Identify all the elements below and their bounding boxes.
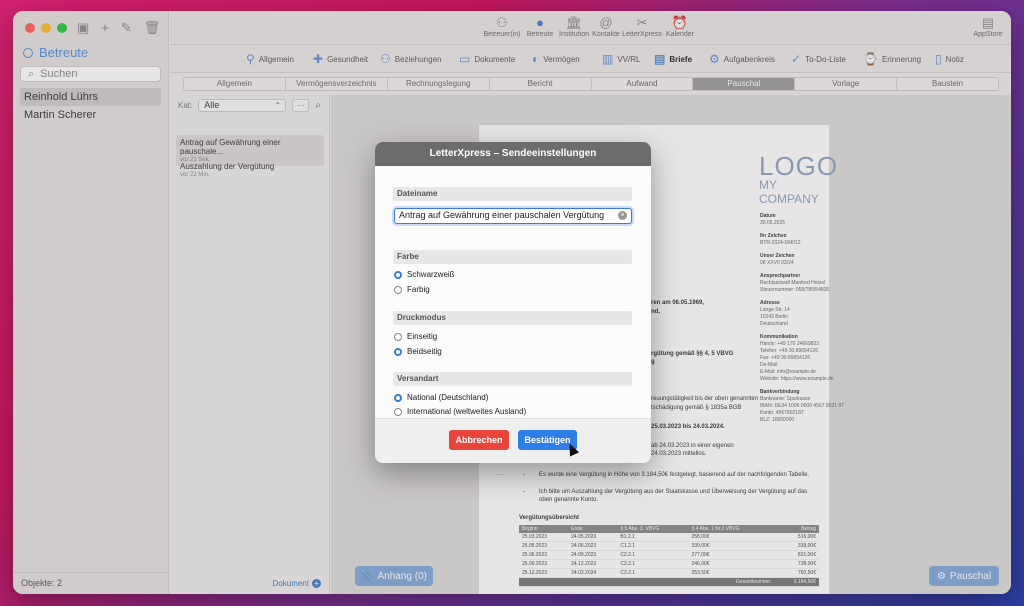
radio-national[interactable]: National (Deutschland): [394, 393, 488, 402]
radio-selected-icon: [394, 393, 402, 402]
radio-label: Farbig: [407, 285, 430, 294]
radio-label: Beidseitig: [407, 347, 442, 356]
clear-icon[interactable]: ×: [618, 211, 627, 220]
radio-unselected-icon: [394, 407, 402, 416]
dialog-title: LetterXpress – Sendeeinstellungen: [375, 142, 651, 166]
radio-label: National (Deutschland): [407, 393, 489, 402]
dialog-body: Dateiname Antrag auf Gewährung einer pau…: [375, 166, 651, 418]
radio-label: Einseitig: [407, 332, 438, 341]
filename-value: Antrag auf Gewährung einer pauschalen Ve…: [399, 210, 605, 220]
radio-selected-icon: [394, 270, 402, 279]
radio-unselected-icon: [394, 332, 402, 341]
print-mode-section-label: Druckmodus: [393, 311, 632, 325]
send-settings-dialog: LetterXpress – Sendeeinstellungen Datein…: [375, 142, 651, 463]
filename-input[interactable]: Antrag auf Gewährung einer pauschalen Ve…: [394, 208, 632, 224]
filename-section-label: Dateiname: [393, 187, 632, 201]
radio-label: International (weltweites Ausland): [407, 407, 527, 416]
radio-schwarzweiss[interactable]: Schwarzweiß: [394, 270, 455, 279]
shipping-section-label: Versandart: [393, 372, 632, 386]
radio-label: Schwarzweiß: [407, 270, 455, 279]
radio-farbig[interactable]: Farbig: [394, 285, 430, 294]
radio-selected-icon: [394, 347, 402, 356]
radio-einseitig[interactable]: Einseitig: [394, 332, 437, 341]
dialog-footer: Abbrechen Bestätigen: [375, 418, 651, 463]
radio-international[interactable]: International (weltweites Ausland): [394, 407, 526, 416]
radio-beidseitig[interactable]: Beidseitig: [394, 347, 442, 356]
color-section-label: Farbe: [393, 250, 632, 264]
radio-unselected-icon: [394, 285, 402, 294]
cancel-button[interactable]: Abbrechen: [449, 430, 509, 450]
